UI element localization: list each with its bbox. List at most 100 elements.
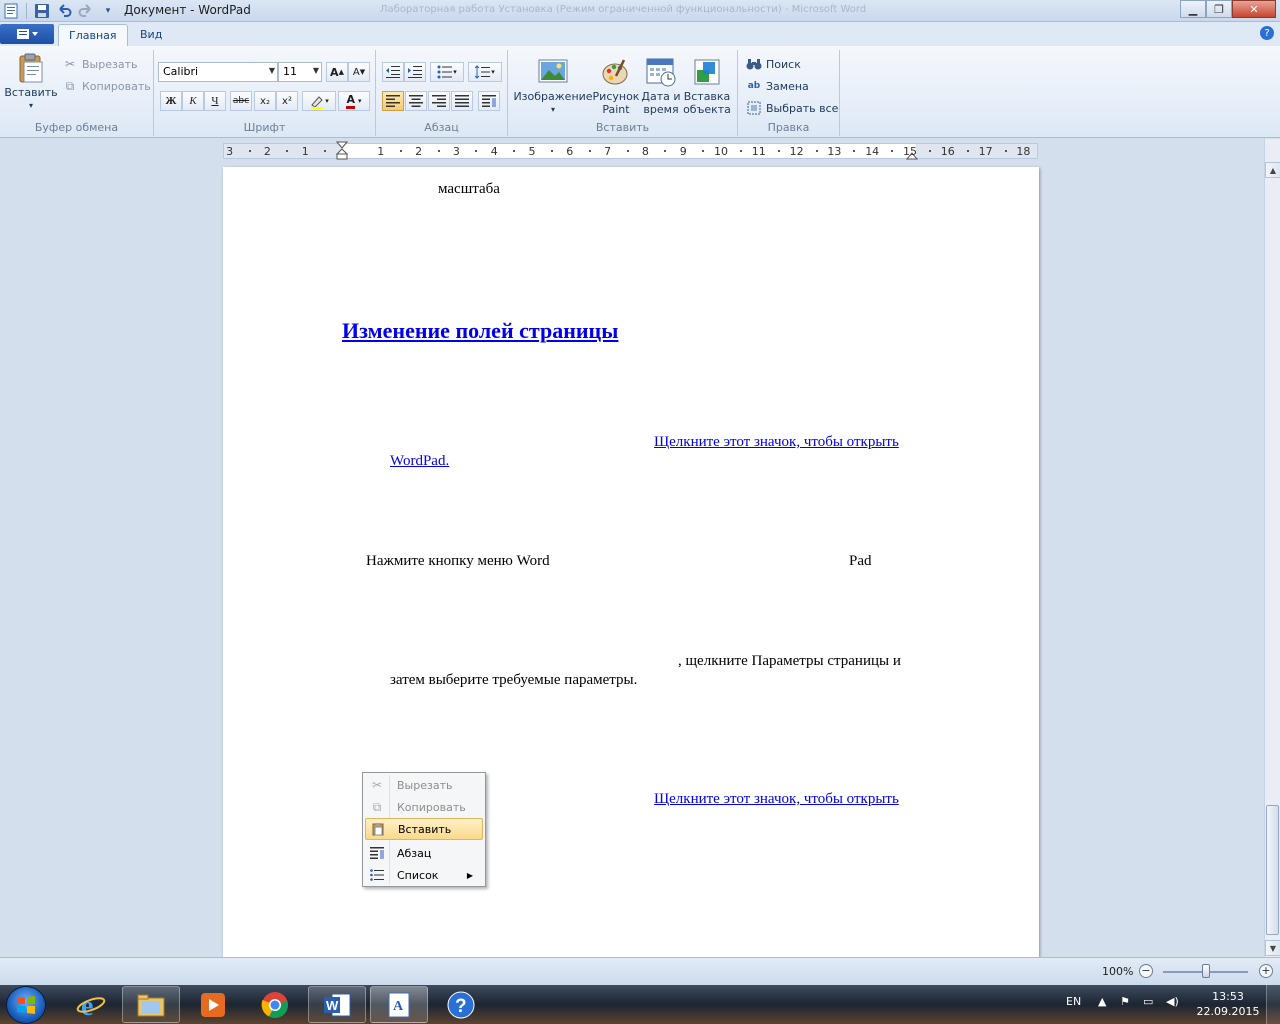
taskbar-media-player[interactable] <box>184 986 242 1023</box>
restore-button[interactable]: ❐ <box>1206 0 1232 18</box>
wordpad-app-icon[interactable] <box>2 2 20 20</box>
underline-button[interactable]: Ч <box>204 91 226 111</box>
subscript-button[interactable]: x₂ <box>254 91 276 111</box>
document-page[interactable]: масштаба Изменение полей страницы Щелкни… <box>223 167 1039 957</box>
insert-image-button[interactable]: Изображение ▾ <box>513 56 593 116</box>
cut-button[interactable]: ✂ Вырезать <box>62 56 138 72</box>
find-button[interactable]: Поиск <box>746 56 801 72</box>
show-desktop-button[interactable] <box>1266 985 1280 1024</box>
paint-drawing-button[interactable]: Рисунок Paint <box>593 56 639 116</box>
decrease-indent-button[interactable] <box>382 62 404 82</box>
taskbar-explorer[interactable] <box>122 986 180 1023</box>
system-clock[interactable]: 13:53 22.09.2015 <box>1196 989 1260 1019</box>
save-icon[interactable] <box>33 2 51 20</box>
superscript-button[interactable]: x² <box>276 91 298 111</box>
align-center-button[interactable] <box>405 91 427 111</box>
redo-icon[interactable] <box>77 2 95 20</box>
heading-page-margins[interactable]: Изменение полей страницы <box>342 318 618 344</box>
chevron-down-icon: ▾ <box>550 105 555 114</box>
action-center-flag-icon[interactable]: ⚑ <box>1120 995 1130 1008</box>
scroll-down-icon[interactable]: ▼ <box>1265 940 1280 956</box>
line-spacing-button[interactable]: ▾ <box>468 62 502 82</box>
ruler-tick-label: 1 <box>377 145 385 158</box>
ruler-tick-mark <box>248 150 251 152</box>
status-bar: 100% − + <box>0 957 1280 985</box>
ruler-tick-mark <box>1004 150 1007 152</box>
menu-item-list[interactable]: Список ▶ <box>365 864 483 886</box>
justify-button[interactable] <box>451 91 473 111</box>
paste-button[interactable]: Вставить ▾ <box>4 52 58 112</box>
paste-dropdown-icon[interactable]: ▾ <box>29 99 33 112</box>
ruler-tick-label: 17 <box>978 145 993 158</box>
tab-view[interactable]: Вид <box>130 24 172 46</box>
menu-item-cut[interactable]: ✂ Вырезать <box>365 774 483 796</box>
shrink-font-icon: A <box>352 66 360 78</box>
shrink-font-button[interactable]: A ▼ <box>348 62 370 82</box>
close-button[interactable]: ✕ <box>1232 0 1276 18</box>
highlight-color-button[interactable]: ▾ <box>302 91 336 111</box>
grow-font-button[interactable]: A ▲ <box>326 62 348 82</box>
align-right-button[interactable] <box>428 91 450 111</box>
clipboard-group-label: Буфер обмена <box>34 121 119 134</box>
insert-object-label-1: Вставка <box>683 90 731 103</box>
minimize-button[interactable]: ▁ <box>1180 0 1206 18</box>
ruler-tick-mark <box>739 150 742 152</box>
customize-qat-icon[interactable]: ▾ <box>99 2 117 20</box>
taskbar-wordpad[interactable]: A <box>370 986 428 1023</box>
select-all-button[interactable]: Выбрать все <box>746 100 838 116</box>
font-family-select[interactable]: Calibri ▼ <box>158 62 278 82</box>
select-all-label: Выбрать все <box>766 101 839 115</box>
scroll-thumb[interactable] <box>1266 805 1279 935</box>
vertical-scrollbar[interactable]: ▲ ▼ <box>1264 139 1280 957</box>
increase-indent-button[interactable] <box>404 62 426 82</box>
link-open-wordpad-1[interactable]: Щелкните этот значок, чтобы открыть <box>654 434 899 451</box>
ruler[interactable]: 3 2 1 1 2 3 4 5 6 7 8 9 10 11 12 13 14 15 16 17 18 <box>223 141 1038 161</box>
window-title: Документ - WordPad <box>124 3 251 17</box>
cut-label: Вырезать <box>82 57 138 71</box>
font-size-select[interactable]: 11 ▼ <box>278 62 322 82</box>
align-left-button[interactable] <box>382 91 404 111</box>
taskbar-word[interactable]: W <box>308 986 366 1023</box>
help-icon[interactable]: ? <box>1260 26 1274 40</box>
insert-object-button[interactable]: Вставка объекта <box>683 56 731 116</box>
app-menu-button[interactable] <box>0 24 54 44</box>
volume-icon[interactable]: ◀) <box>1166 995 1179 1008</box>
zoom-slider-thumb[interactable] <box>1202 964 1210 978</box>
zoom-level[interactable]: 100% <box>1102 965 1133 978</box>
zoom-in-icon[interactable]: + <box>1259 964 1273 978</box>
strikethrough-button[interactable]: abc <box>230 91 252 111</box>
zoom-out-icon[interactable]: − <box>1139 964 1153 978</box>
picture-icon <box>538 59 568 83</box>
bullet-list-button[interactable]: ▾ <box>430 62 464 82</box>
italic-button[interactable]: К <box>182 91 204 111</box>
ruler-tick-mark <box>702 150 705 152</box>
menu-item-paste[interactable]: Вставить <box>365 818 483 840</box>
indent-marker-icon[interactable] <box>336 141 348 161</box>
scroll-up-icon[interactable]: ▲ <box>1265 162 1280 178</box>
undo-icon[interactable] <box>55 2 73 20</box>
replace-button[interactable]: ab Замена <box>746 78 809 94</box>
menu-item-paragraph[interactable]: Абзац <box>365 842 483 864</box>
grow-font-icon: A <box>330 65 339 79</box>
bold-button[interactable]: Ж <box>160 91 182 111</box>
ruler-tick-label: 18 <box>1016 145 1031 158</box>
link-open-wordpad-1-cont[interactable]: WordPad. <box>390 453 449 470</box>
menu-item-copy[interactable]: ⧉ Копировать <box>365 796 483 818</box>
document-area[interactable]: масштаба Изменение полей страницы Щелкни… <box>0 163 1264 957</box>
link-open-wordpad-2[interactable]: Щелкните этот значок, чтобы открыть <box>654 791 899 808</box>
copy-button[interactable]: ⧉ Копировать <box>62 78 151 94</box>
taskbar-ie[interactable]: e <box>62 986 120 1023</box>
taskbar-chrome[interactable] <box>246 986 304 1023</box>
paragraph-settings-button[interactable] <box>478 91 500 111</box>
tab-home[interactable]: Главная <box>58 24 128 46</box>
date-time-button[interactable]: Дата и время <box>640 56 682 116</box>
ruler-tick-mark <box>286 150 289 152</box>
tray-expand-icon[interactable]: ▲ <box>1098 995 1106 1008</box>
language-indicator[interactable]: EN <box>1066 995 1081 1008</box>
taskbar-help[interactable]: ? <box>432 986 490 1023</box>
ruler-tick-label: 9 <box>679 145 687 158</box>
font-color-button[interactable]: A ▾ <box>338 91 370 111</box>
start-button[interactable] <box>6 986 46 1024</box>
editing-group: Поиск ab Замена Выбрать все Правка <box>738 50 840 136</box>
network-icon[interactable]: ▭ <box>1143 995 1153 1008</box>
